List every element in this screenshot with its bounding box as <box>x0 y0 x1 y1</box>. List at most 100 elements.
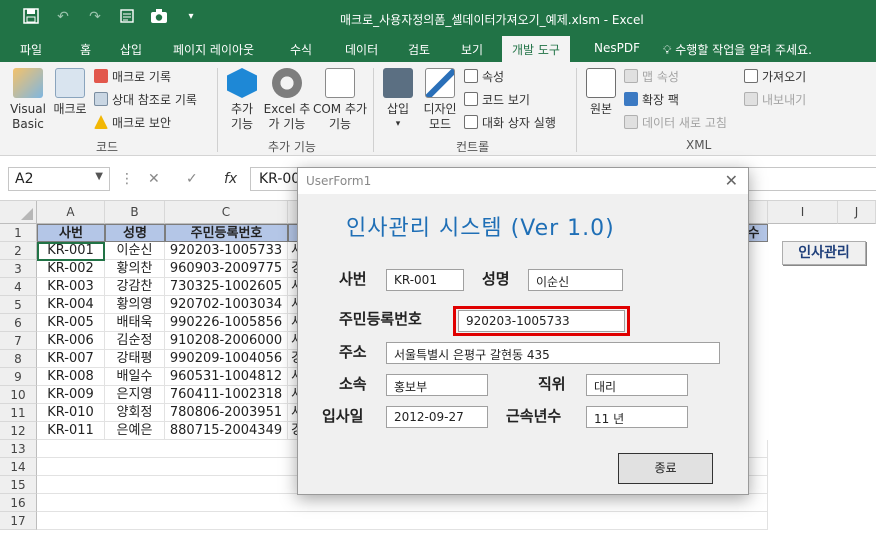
row-header[interactable]: 12 <box>0 422 37 440</box>
enter-icon[interactable]: ✓ <box>186 171 198 187</box>
insert-function-icon[interactable]: fx <box>224 171 237 187</box>
cell[interactable]: KR-010 <box>37 404 105 422</box>
row-header[interactable]: 4 <box>0 278 37 296</box>
header-cell-rrn[interactable]: 주민등록번호 <box>165 224 288 242</box>
tab-file[interactable]: 파일 <box>20 41 42 58</box>
row-header[interactable]: 17 <box>0 512 37 530</box>
row-header[interactable]: 1 <box>0 224 37 242</box>
cell[interactable]: 은예은 <box>105 422 165 440</box>
relative-reference-button[interactable]: 상대 참조로 기록 <box>94 91 197 108</box>
row-header[interactable]: 3 <box>0 260 37 278</box>
column-header-j[interactable]: J <box>838 201 876 224</box>
run-dialog-button[interactable]: 대화 상자 실행 <box>464 114 556 131</box>
export-button[interactable]: 내보내기 <box>744 91 806 108</box>
column-header-i[interactable]: I <box>768 201 838 224</box>
close-form-button[interactable]: 종료 <box>618 453 713 484</box>
cell[interactable]: 780806-2003951 <box>165 404 288 422</box>
row-header[interactable]: 13 <box>0 440 37 458</box>
row-header[interactable]: 11 <box>0 404 37 422</box>
cell[interactable]: KR-002 <box>37 260 105 278</box>
cell[interactable]: 910208-2006000 <box>165 332 288 350</box>
cell[interactable]: 황의영 <box>105 296 165 314</box>
row-header[interactable]: 9 <box>0 368 37 386</box>
cell[interactable]: 은지영 <box>105 386 165 404</box>
name-field[interactable]: 이순신 <box>528 269 623 291</box>
row-header[interactable]: 16 <box>0 494 37 512</box>
emp-no-field[interactable]: KR-001 <box>386 269 464 291</box>
tab-data[interactable]: 데이터 <box>345 41 378 58</box>
select-all-corner[interactable] <box>0 201 37 224</box>
form-icon[interactable] <box>118 8 136 26</box>
header-cell-emp-no[interactable]: 사번 <box>37 224 105 242</box>
macro-button[interactable]: 매크로 <box>52 68 88 117</box>
cell[interactable]: 960531-1004812 <box>165 368 288 386</box>
cell[interactable]: KR-009 <box>37 386 105 404</box>
tab-insert[interactable]: 삽입 <box>120 41 142 58</box>
address-field[interactable]: 서울특별시 은평구 갈현동 435 <box>386 342 720 364</box>
cell[interactable]: 김순정 <box>105 332 165 350</box>
properties-button[interactable]: 속성 <box>464 68 504 85</box>
design-mode-button[interactable]: 디자인 모드 <box>420 68 460 132</box>
tab-view[interactable]: 보기 <box>461 41 483 58</box>
excel-addins-button[interactable]: Excel 추가 기능 <box>262 68 312 132</box>
row-header[interactable]: 2 <box>0 242 37 260</box>
cell[interactable]: KR-006 <box>37 332 105 350</box>
row-header[interactable]: 8 <box>0 350 37 368</box>
cell[interactable]: 960903-2009775 <box>165 260 288 278</box>
tab-nespdf[interactable]: NesPDF <box>594 41 640 55</box>
column-header-b[interactable]: B <box>105 201 165 224</box>
macro-security-button[interactable]: 매크로 보안 <box>94 114 171 131</box>
cell[interactable]: 730325-1002605 <box>165 278 288 296</box>
cell[interactable]: 황의찬 <box>105 260 165 278</box>
row-header[interactable]: 7 <box>0 332 37 350</box>
cell[interactable]: 이순신 <box>105 242 165 260</box>
cell[interactable]: KR-005 <box>37 314 105 332</box>
refresh-data-button[interactable]: 데이터 새로 고침 <box>624 114 727 131</box>
cell[interactable]: 배태욱 <box>105 314 165 332</box>
cell[interactable]: KR-007 <box>37 350 105 368</box>
cell[interactable]: 920203-1005733 <box>165 242 288 260</box>
expansion-pack-button[interactable]: 확장 팩 <box>624 91 679 108</box>
visual-basic-button[interactable]: Visual Basic <box>8 68 48 132</box>
dialog-title-bar[interactable]: UserForm1 ✕ <box>298 168 748 194</box>
empty-row[interactable] <box>37 512 768 530</box>
customize-qat-icon[interactable]: ▾ <box>182 8 200 26</box>
com-addins-button[interactable]: COM 추가 기능 <box>312 68 368 132</box>
cell[interactable]: 990226-1005856 <box>165 314 288 332</box>
header-cell-name[interactable]: 성명 <box>105 224 165 242</box>
redo-icon[interactable]: ↷ <box>86 8 104 26</box>
cell[interactable]: 배일수 <box>105 368 165 386</box>
cell[interactable]: 강태평 <box>105 350 165 368</box>
cancel-icon[interactable]: ✕ <box>148 171 160 187</box>
chevron-down-icon[interactable]: ▼ <box>95 171 103 182</box>
insert-control-button[interactable]: 삽입 ▾ <box>380 68 416 132</box>
undo-icon[interactable]: ↶ <box>54 8 72 26</box>
row-header[interactable]: 10 <box>0 386 37 404</box>
row-header[interactable]: 6 <box>0 314 37 332</box>
cell[interactable]: KR-003 <box>37 278 105 296</box>
tell-me-search[interactable]: 💡︎ 수행할 작업을 알려 주세요. <box>663 41 812 58</box>
hire-date-field[interactable]: 2012-09-27 <box>386 406 488 428</box>
tab-developer[interactable]: 개발 도구 <box>502 36 570 62</box>
cell[interactable]: 760411-1002318 <box>165 386 288 404</box>
cell[interactable]: 양회정 <box>105 404 165 422</box>
name-box[interactable]: A2 ▼ <box>8 167 110 191</box>
cell[interactable]: KR-011 <box>37 422 105 440</box>
cell[interactable]: 990209-1004056 <box>165 350 288 368</box>
xml-source-button[interactable]: 원본 <box>583 68 619 117</box>
hr-management-button[interactable]: 인사관리 <box>782 241 866 265</box>
position-field[interactable]: 대리 <box>586 374 688 396</box>
addins-button[interactable]: 추가 기능 <box>224 68 260 132</box>
cell[interactable]: 880715-2004349 <box>165 422 288 440</box>
column-header-a[interactable]: A <box>37 201 105 224</box>
tab-formulas[interactable]: 수식 <box>290 41 312 58</box>
column-header-c[interactable]: C <box>165 201 288 224</box>
cell[interactable]: KR-001 <box>37 242 105 260</box>
tab-home[interactable]: 홈 <box>80 41 91 58</box>
record-macro-button[interactable]: 매크로 기록 <box>94 68 171 85</box>
row-header[interactable]: 15 <box>0 476 37 494</box>
view-code-button[interactable]: 코드 보기 <box>464 91 530 108</box>
cell[interactable]: KR-004 <box>37 296 105 314</box>
dept-field[interactable]: 홍보부 <box>386 374 488 396</box>
tab-page-layout[interactable]: 페이지 레이아웃 <box>173 41 254 58</box>
